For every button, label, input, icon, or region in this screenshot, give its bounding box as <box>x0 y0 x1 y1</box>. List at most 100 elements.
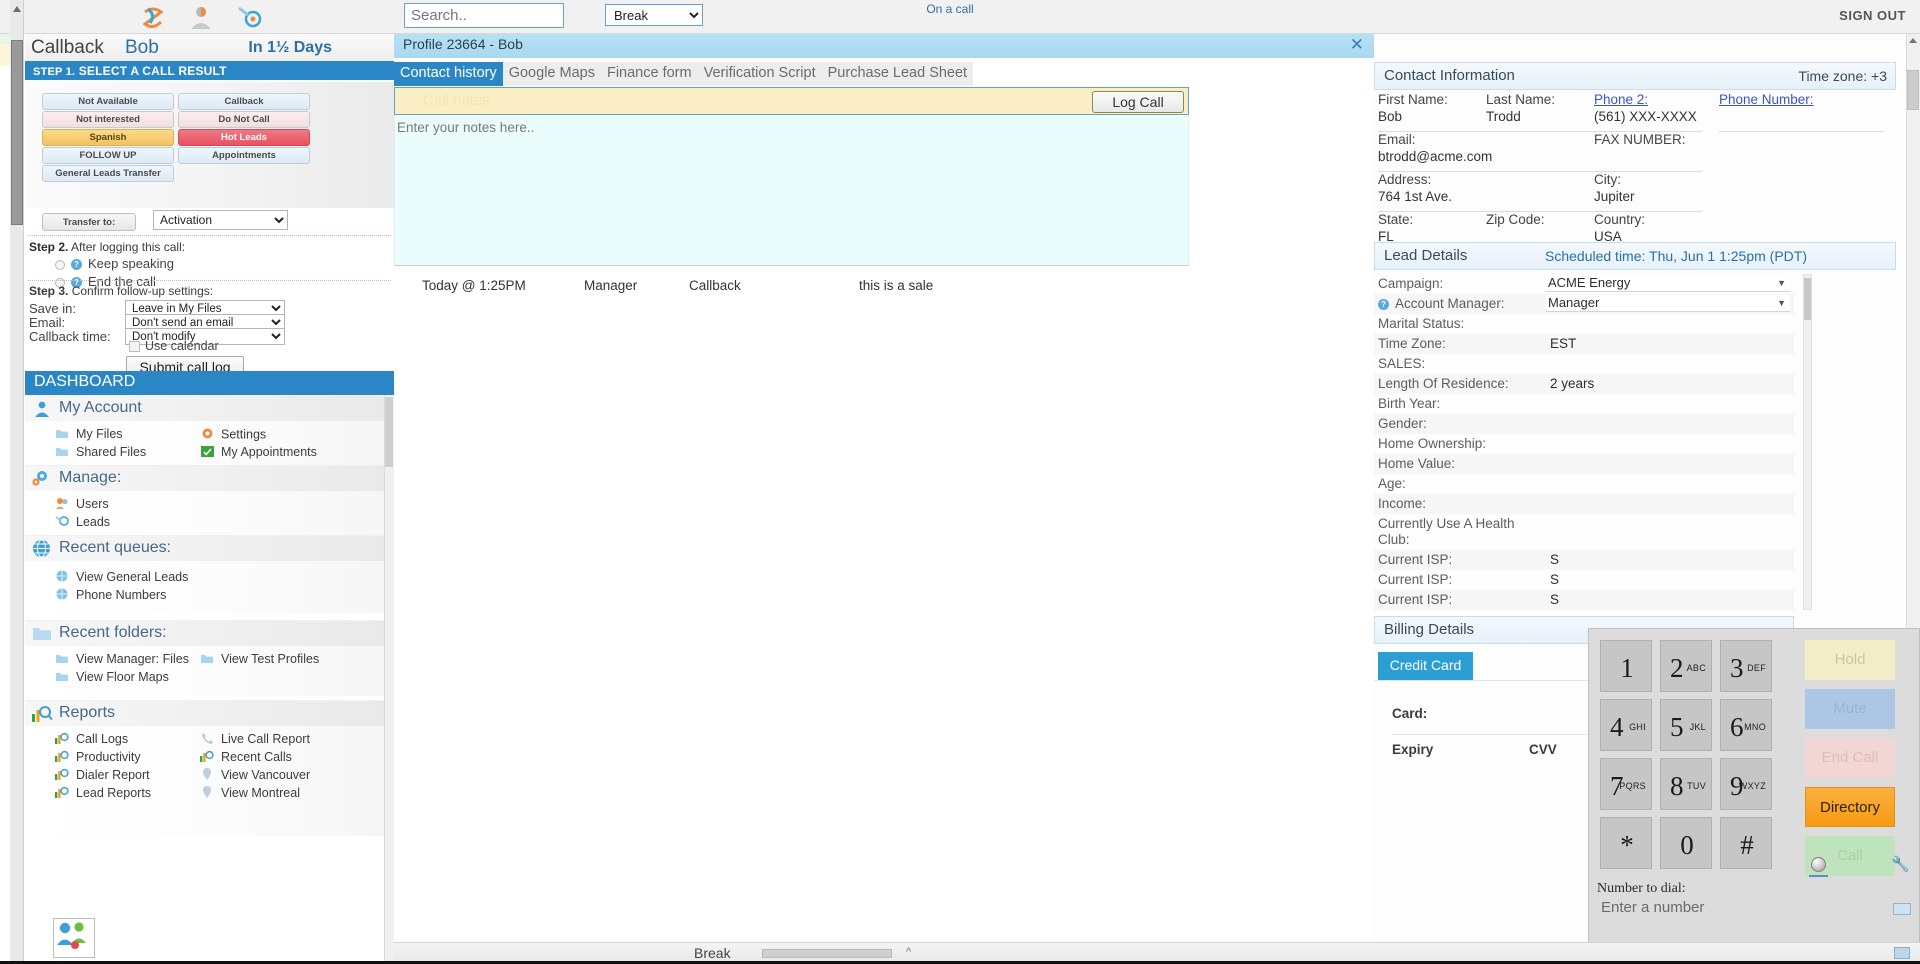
number-to-dial-input[interactable]: Enter a number <box>1601 899 1871 916</box>
call-result-appointments[interactable]: Appointments <box>178 147 310 164</box>
lead-row-home-ownership[interactable]: Home Ownership: <box>1374 434 1794 454</box>
lead-row-birth-year[interactable]: Birth Year: <box>1374 394 1794 414</box>
tab-verification-script[interactable]: Verification Script <box>697 62 822 86</box>
call-result-not-available[interactable]: Not Available <box>42 93 174 110</box>
dashboard-section-recent-queues[interactable]: Recent queues: <box>25 535 384 561</box>
contact-field-last-name[interactable]: Last Name: Trodd <box>1486 92 1555 124</box>
call-result-follow-up[interactable]: FOLLOW UP <box>42 147 174 164</box>
dashboard-link-recent-calls[interactable]: Recent Calls <box>200 750 292 765</box>
contacts-icon[interactable] <box>188 4 214 30</box>
lead-row-marital-status[interactable]: Marital Status: <box>1374 314 1794 334</box>
globe-icon[interactable] <box>1811 857 1826 872</box>
wrench-icon[interactable]: 🔧 <box>1891 855 1910 873</box>
dashboard-link-lead-reports[interactable]: Lead Reports <box>55 786 151 801</box>
lead-details-scrollbar[interactable] <box>1803 274 1812 610</box>
voicemail-icon[interactable] <box>1893 903 1911 915</box>
dialpad-key-8[interactable]: 8 TUV <box>1660 758 1712 810</box>
dashboard-link-live-call-report[interactable]: Live Call Report <box>200 732 310 747</box>
voicemail-icon[interactable] <box>1894 947 1910 959</box>
directory-button[interactable]: Directory <box>1805 787 1895 827</box>
contact-field-phone-number[interactable]: Phone Number: <box>1719 92 1814 109</box>
status-select[interactable]: Break <box>605 4 703 26</box>
lead-row-gender[interactable]: Gender: <box>1374 414 1794 434</box>
dashboard-link-view-general-leads[interactable]: View General Leads <box>55 570 188 585</box>
left-panel-scroll-thumb[interactable] <box>11 40 23 225</box>
dashboard-scrollbar[interactable] <box>384 395 394 964</box>
dashboard-link-shared-files[interactable]: Shared Files <box>55 445 146 460</box>
call-result-not-interested[interactable]: Not interested <box>42 111 174 128</box>
field-label-link[interactable]: Phone Number: <box>1719 92 1814 107</box>
lead-row-age[interactable]: Age: <box>1374 474 1794 494</box>
search-input[interactable] <box>404 3 564 28</box>
call-history-row[interactable]: Today @ 1:25PM Manager Callback this is … <box>394 272 1189 302</box>
field-label-link[interactable]: Phone 2: <box>1594 92 1697 107</box>
dashboard-link-phone-numbers[interactable]: Phone Numbers <box>55 588 166 603</box>
dialpad-key-4[interactable]: 4 GHI <box>1600 699 1652 751</box>
dialpad-key-3[interactable]: 3 DEF <box>1720 640 1772 692</box>
contact-field-fax-number[interactable]: FAX NUMBER: <box>1594 132 1686 149</box>
tab-purchase-lead-sheet[interactable]: Purchase Lead Sheet <box>821 62 974 86</box>
call-result-general-leads-transfer[interactable]: General Leads Transfer <box>42 165 174 182</box>
lead-campaign-select[interactable]: ACME Energy ▼ <box>1546 275 1790 292</box>
dashboard-link-users[interactable]: Users <box>55 497 109 512</box>
dashboard-link-my-appointments[interactable]: My Appointments <box>200 445 317 460</box>
contact-field-state[interactable]: State: FL <box>1378 212 1413 244</box>
call-result-callback[interactable]: Callback <box>178 93 310 110</box>
lead-row-current-isp-3[interactable]: Current ISP: S <box>1374 590 1794 610</box>
dialpad-key-7[interactable]: 7 PQRS <box>1600 758 1652 810</box>
lead-row-sales[interactable]: SALES: <box>1374 354 1794 374</box>
dashboard-link-leads[interactable]: Leads <box>55 515 110 530</box>
dashboard-link-view-vancouver[interactable]: View Vancouver <box>200 768 310 783</box>
tab-google-maps[interactable]: Google Maps <box>502 62 601 86</box>
dashboard-section-manage[interactable]: Manage: <box>25 465 384 491</box>
lead-row-time-zone[interactable]: Time Zone: EST <box>1374 334 1794 354</box>
scroll-up-arrow-icon[interactable] <box>1909 38 1917 43</box>
radio-icon[interactable] <box>55 259 65 270</box>
transfer-to-button[interactable]: Transfer to: <box>42 213 136 231</box>
lead-details-scroll-thumb[interactable] <box>1804 278 1811 320</box>
dialpad-key-2[interactable]: 2 ABC <box>1660 640 1712 692</box>
dialpad-key-0[interactable]: 0 <box>1660 817 1712 869</box>
lead-row-income[interactable]: Income: <box>1374 494 1794 514</box>
dialpad-key-6[interactable]: 6 MNO <box>1720 699 1772 751</box>
contact-field-phone-2[interactable]: Phone 2: (561) XXX-XXXX <box>1594 92 1697 124</box>
expand-caret-icon[interactable]: ^ <box>906 946 911 958</box>
dashboard-link-settings[interactable]: Settings <box>200 427 266 443</box>
use-calendar-checkbox[interactable]: Use calendar <box>129 339 219 353</box>
dashboard-link-view-floor-maps[interactable]: View Floor Maps <box>55 670 169 685</box>
dialer-icon[interactable] <box>236 4 262 30</box>
contact-field-first-name[interactable]: First Name: Bob <box>1378 92 1448 124</box>
end-call-button[interactable]: End Call <box>1805 738 1895 778</box>
dashboard-section-reports[interactable]: Reports <box>25 700 384 726</box>
lead-row-length-of-residence[interactable]: Length Of Residence: 2 years <box>1374 374 1794 394</box>
billing-tab-credit-card[interactable]: Credit Card <box>1378 652 1473 680</box>
sign-out-button[interactable]: SIGN OUT <box>1839 8 1906 23</box>
transfer-target-select[interactable]: Activation <box>153 210 288 230</box>
dashboard-link-dialer-report[interactable]: Dialer Report <box>55 768 150 783</box>
dashboard-scroll-thumb[interactable] <box>385 397 393 467</box>
lead-row-current-isp-2[interactable]: Current ISP: S <box>1374 570 1794 590</box>
contact-field-email[interactable]: Email: btrodd@acme.com <box>1378 132 1492 164</box>
dashboard-link-my-files[interactable]: My Files <box>55 427 123 442</box>
checkbox-icon[interactable] <box>129 341 140 353</box>
dialpad-key-hash[interactable]: # <box>1720 817 1772 869</box>
dashboard-link-view-test-profiles[interactable]: View Test Profiles <box>200 652 319 667</box>
lead-row-account-manager[interactable]: ? Account Manager: Manager ▼ <box>1374 294 1794 314</box>
lead-row-health-club[interactable]: Currently Use A Health Club: <box>1374 514 1794 550</box>
call-result-do-not-call[interactable]: Do Not Call <box>178 111 310 128</box>
left-scroll-up-control[interactable] <box>10 0 24 34</box>
dashboard-link-call-logs[interactable]: Call Logs <box>55 732 128 747</box>
mute-button[interactable]: Mute <box>1805 689 1895 729</box>
help-icon[interactable]: ? <box>71 259 82 271</box>
dashboard-link-view-montreal[interactable]: View Montreal <box>200 786 300 801</box>
dashboard-link-productivity[interactable]: Productivity <box>55 750 141 765</box>
lead-row-current-isp-1[interactable]: Current ISP: S <box>1374 550 1794 570</box>
agent-avatar[interactable] <box>53 918 95 958</box>
dashboard-section-my-account[interactable]: My Account <box>25 395 384 421</box>
right-panel-scroll-thumb[interactable] <box>1907 70 1919 110</box>
dialpad-key-star[interactable]: * <box>1600 817 1652 869</box>
contact-field-zip-code[interactable]: Zip Code: <box>1486 212 1545 229</box>
close-icon[interactable]: ✕ <box>1350 35 1364 55</box>
dialpad-key-1[interactable]: 1 <box>1600 640 1652 692</box>
log-call-button[interactable]: Log Call <box>1092 91 1184 113</box>
